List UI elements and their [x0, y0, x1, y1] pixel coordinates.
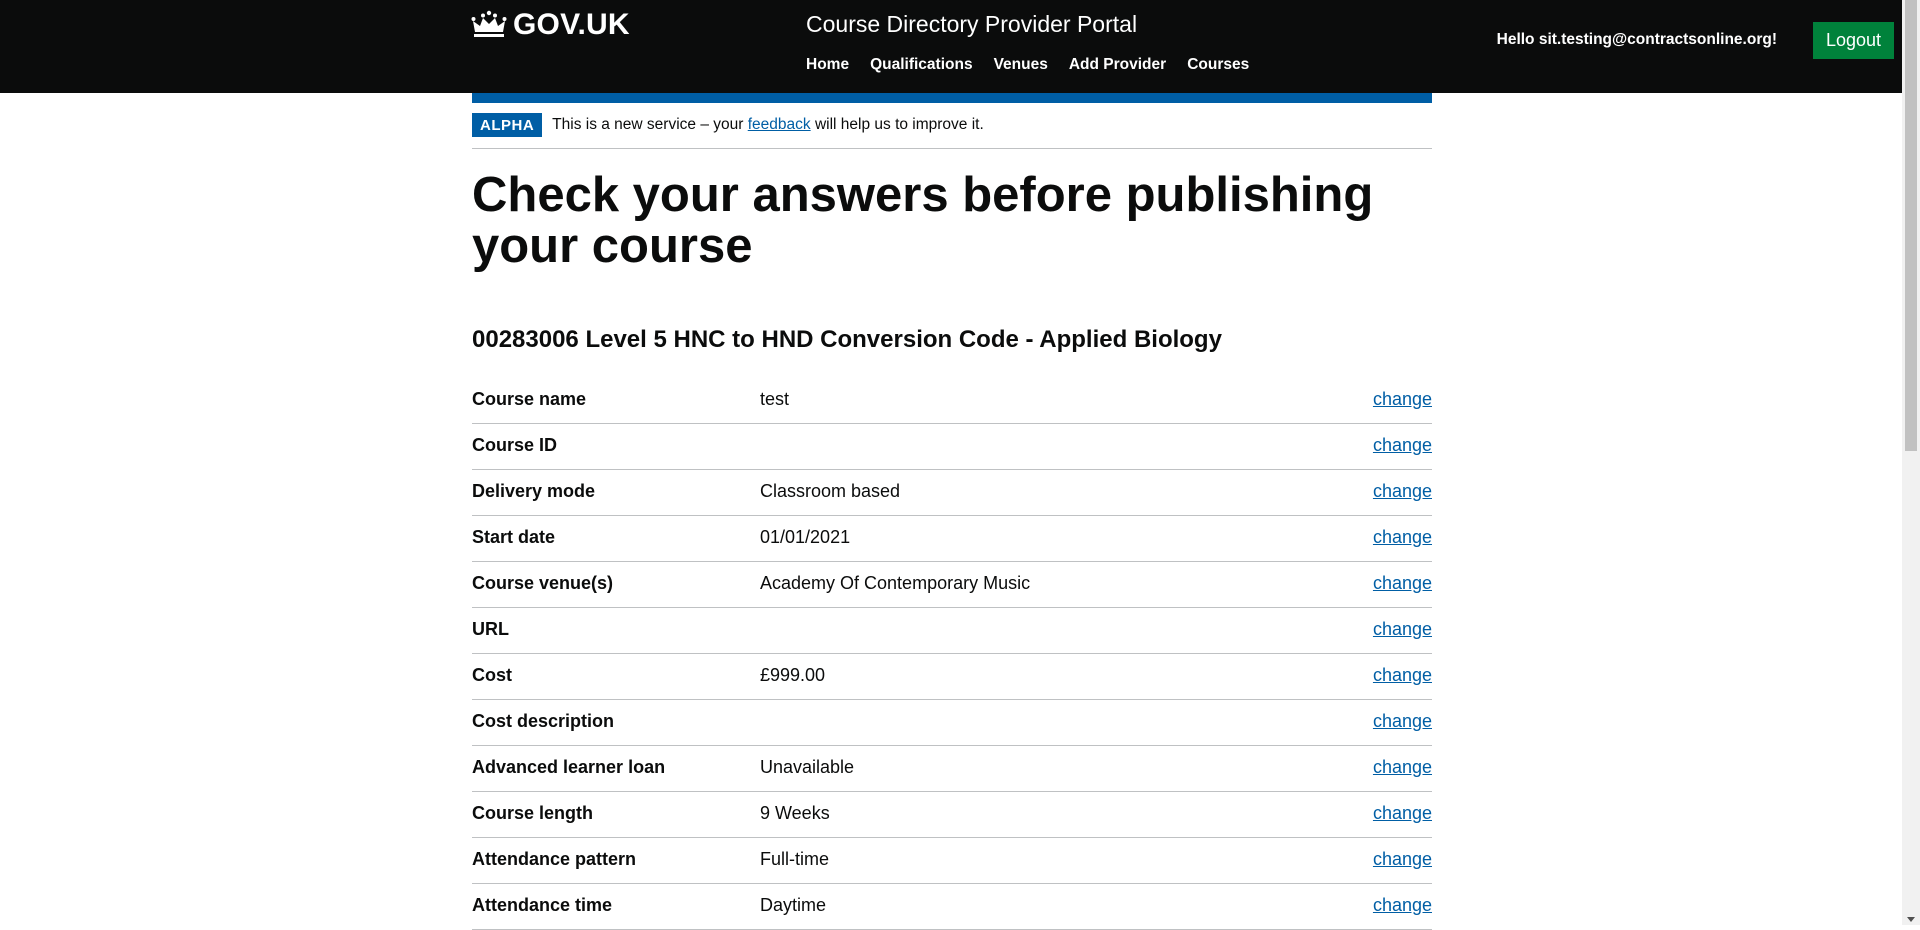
govuk-logo[interactable]: GOV.UK — [471, 8, 630, 42]
summary-row: Course length 9 Weeks change — [472, 792, 1432, 838]
page-title: Check your answers before publishing you… — [472, 168, 1374, 273]
row-key: Course ID — [472, 435, 558, 455]
nav-qualifications[interactable]: Qualifications — [870, 56, 973, 74]
summary-row: Start date 01/01/2021 change — [472, 516, 1432, 562]
change-link[interactable]: change — [1373, 619, 1432, 640]
nav-add-provider[interactable]: Add Provider — [1069, 56, 1166, 74]
main-nav: Home Qualifications Venues Add Provider … — [806, 56, 1270, 74]
row-value: 01/01/2021 — [760, 527, 851, 547]
summary-row: Attendance time Daytime change — [472, 884, 1432, 930]
phase-tag: ALPHA — [472, 113, 543, 137]
change-link[interactable]: change — [1373, 573, 1432, 594]
summary-row: Course ID change — [472, 424, 1432, 470]
row-value: Academy Of Contemporary Music — [760, 573, 1031, 593]
course-heading: 00283006 Level 5 HNC to HND Conversion C… — [472, 326, 1222, 353]
nav-venues[interactable]: Venues — [994, 56, 1048, 74]
row-key: Advanced learner loan — [472, 757, 666, 777]
row-value: £999.00 — [760, 665, 826, 685]
phase-text-after: will help us to improve it. — [810, 116, 984, 133]
row-key: Attendance time — [472, 895, 613, 915]
scrollbar-thumb[interactable] — [1905, 0, 1917, 451]
change-link[interactable]: change — [1373, 849, 1432, 870]
change-link[interactable]: change — [1373, 665, 1432, 686]
summary-row: Attendance pattern Full-time change — [472, 838, 1432, 884]
phase-text-before: This is a new service – your — [552, 116, 748, 133]
site-header: GOV.UK Course Directory Provider Portal … — [0, 0, 1902, 93]
row-key: Cost description — [472, 711, 615, 731]
row-key: Attendance pattern — [472, 849, 637, 869]
summary-row: URL change — [472, 608, 1432, 654]
logo-text: GOV.UK — [513, 8, 630, 41]
user-greeting: Hello sit.testing@contractsonline.org! — [1496, 31, 1777, 48]
change-link[interactable]: change — [1373, 435, 1432, 456]
summary-row: Cost description change — [472, 700, 1432, 746]
summary-row: Cost £999.00 change — [472, 654, 1432, 700]
summary-row: Course name test change — [472, 378, 1432, 424]
row-key: Start date — [472, 527, 556, 547]
summary-row: Course venue(s) Academy Of Contemporary M… — [472, 562, 1432, 608]
phase-banner: ALPHA This is a new service – your feedb… — [472, 113, 1432, 149]
row-value: Classroom based — [760, 481, 901, 501]
row-key: Course name — [472, 389, 587, 409]
change-link[interactable]: change — [1373, 481, 1432, 502]
row-value: Unavailable — [760, 757, 855, 777]
row-key: Course length — [472, 803, 594, 823]
change-link[interactable]: change — [1373, 895, 1432, 916]
row-key: URL — [472, 619, 509, 639]
change-link[interactable]: change — [1373, 389, 1432, 410]
row-value: Full-time — [760, 849, 830, 869]
change-link[interactable]: change — [1373, 757, 1432, 778]
logout-button[interactable]: Logout — [1813, 22, 1894, 59]
row-key: Cost — [472, 665, 512, 685]
phase-text: This is a new service – your feedback wi… — [552, 113, 984, 137]
change-link[interactable]: change — [1373, 803, 1432, 824]
summary-row: Delivery mode Classroom based change — [472, 470, 1432, 516]
nav-courses[interactable]: Courses — [1187, 56, 1249, 74]
vertical-scrollbar[interactable] — [1902, 0, 1920, 925]
change-link[interactable]: change — [1373, 711, 1432, 732]
row-value: Daytime — [760, 895, 827, 915]
service-name[interactable]: Course Directory Provider Portal — [806, 11, 1137, 38]
crown-icon — [471, 10, 507, 37]
change-link[interactable]: change — [1373, 527, 1432, 548]
row-key: Course venue(s) — [472, 573, 614, 593]
row-key: Delivery mode — [472, 481, 596, 501]
header-accent-bar — [472, 93, 1432, 103]
scroll-down-arrow-icon[interactable] — [1907, 917, 1915, 922]
feedback-link[interactable]: feedback — [748, 116, 811, 133]
summary-list: Course name test change Course ID change De… — [472, 378, 1432, 930]
summary-row: Advanced learner loan Unavailable change — [472, 746, 1432, 792]
row-value: 9 Weeks — [760, 803, 830, 823]
row-value: test — [760, 389, 790, 409]
nav-home[interactable]: Home — [806, 56, 849, 74]
